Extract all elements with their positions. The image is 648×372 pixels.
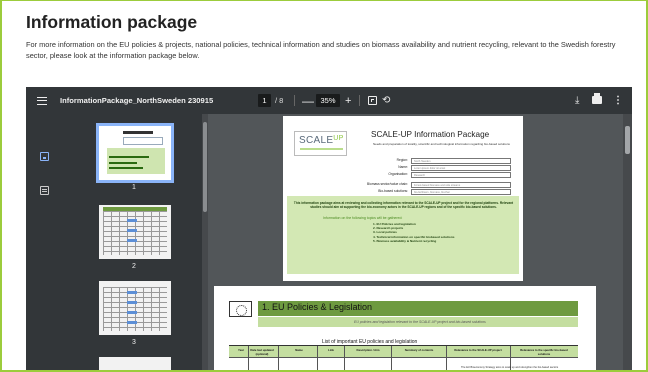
page-total: / 8 bbox=[275, 96, 284, 105]
rotate-icon[interactable]: ⟲ bbox=[382, 87, 390, 114]
thumb-link-mark bbox=[127, 301, 137, 304]
toolbar-divider bbox=[294, 95, 295, 106]
hamburger-menu-icon[interactable] bbox=[37, 87, 51, 114]
form-row-bio-based-solutions: Bio-based solutions: bio-fertilisers, bi… bbox=[283, 189, 523, 195]
sidebar-rail bbox=[26, 114, 64, 370]
document-page-1: SCALEUP SCALE-UP Information Package Nee… bbox=[283, 116, 523, 281]
thumbnails-view-icon[interactable] bbox=[40, 152, 49, 161]
document-page-2: 1. EU Policies & Legislation EU policies… bbox=[214, 286, 596, 370]
table-col-header: Link bbox=[328, 348, 334, 352]
page2-title: 1. EU Policies & Legislation bbox=[262, 302, 373, 312]
page1-intro-text: This information package aims at reviewi… bbox=[293, 201, 514, 210]
zoom-out-button[interactable]: — bbox=[302, 87, 314, 114]
pdf-viewer: InformationPackage_NorthSweden 230915 1 … bbox=[26, 87, 632, 370]
thumb-green-block bbox=[107, 148, 165, 174]
page1-subtitle: Needs and preparation of locality, scien… bbox=[373, 142, 510, 146]
page-number-input[interactable]: 1 bbox=[258, 94, 271, 107]
table-col-header: Date last updated (optional) bbox=[250, 348, 274, 356]
thumbnail-number: 1 bbox=[132, 184, 136, 191]
form-row-region: Region: North Sweden bbox=[283, 158, 523, 164]
form-row-organisation: Organisation: Research bbox=[283, 172, 523, 178]
fit-to-page-icon[interactable] bbox=[368, 96, 377, 105]
thumbnail-page-2[interactable] bbox=[99, 205, 171, 259]
thumb-table-grid bbox=[103, 211, 167, 255]
thumb-text-line bbox=[109, 156, 149, 158]
document-scrollbar[interactable] bbox=[623, 114, 632, 370]
thumbnail-number: 2 bbox=[132, 263, 136, 270]
table-col-header: Description / Aim bbox=[356, 348, 380, 352]
zoom-in-button[interactable]: + bbox=[345, 87, 351, 114]
thumb-link-mark bbox=[127, 239, 137, 242]
pdf-toolbar: InformationPackage_NorthSweden 230915 1 … bbox=[26, 87, 632, 114]
thumb-text-line bbox=[109, 167, 143, 169]
thumb-link-mark bbox=[127, 311, 137, 314]
thumbnail-number: 3 bbox=[132, 339, 136, 346]
zoom-level-input[interactable]: 35% bbox=[316, 94, 340, 107]
document-outline-icon[interactable] bbox=[40, 186, 49, 195]
form-row-biomass-sector: Biomass sector/value chain: Forest-based… bbox=[283, 182, 523, 188]
table-col-header: Summary of contents bbox=[404, 348, 434, 352]
thumb-text-line bbox=[109, 162, 137, 164]
thumb-link-mark bbox=[127, 321, 137, 324]
form-row-name: Name: Lorem ipsum dolor sit amet bbox=[283, 165, 523, 171]
table-col-header: Name bbox=[295, 348, 303, 352]
table-col-header: Relevance to the specific bio-based solu… bbox=[520, 348, 568, 356]
page1-topics-heading: Information on the following topics will… bbox=[323, 216, 403, 220]
thumb-form-box bbox=[123, 137, 163, 145]
more-vertical-icon[interactable]: ⋮ bbox=[613, 87, 623, 114]
thumbnail-scrollbar[interactable] bbox=[202, 114, 208, 370]
print-icon[interactable] bbox=[592, 93, 602, 104]
thumbnail-page-4[interactable] bbox=[99, 357, 171, 370]
thumbnail-pane: 1 2 3 bbox=[64, 114, 204, 370]
table-col-header: Year bbox=[238, 348, 244, 352]
toolbar-divider bbox=[359, 95, 360, 106]
thumb-title-line bbox=[123, 131, 153, 134]
thumbnail-page-1[interactable] bbox=[96, 123, 174, 183]
intro-text: For more information on the EU policies … bbox=[26, 40, 616, 60]
table-cell: The EU Bioeconomy Strategy aims to scale… bbox=[461, 366, 559, 369]
thumb-link-mark bbox=[127, 291, 137, 294]
thumb-link-mark bbox=[127, 219, 137, 222]
thumbnail-page-3[interactable] bbox=[99, 281, 171, 335]
page1-title: SCALE-UP Information Package bbox=[371, 130, 490, 139]
table-col-header: Relevance to the SCALE-UP project bbox=[454, 348, 502, 352]
thumb-link-mark bbox=[127, 229, 137, 232]
page-heading: Information package bbox=[26, 12, 198, 32]
page1-topic-list: 1. EU Policies and legislation 2. Resear… bbox=[373, 222, 454, 243]
list-item: 5. Biomass availability & Nutrient recyc… bbox=[373, 238, 437, 243]
eu-flag-icon bbox=[229, 301, 252, 317]
scale-up-logo: SCALEUP bbox=[294, 131, 347, 156]
download-icon[interactable]: ⤓ bbox=[575, 87, 579, 114]
document-title: InformationPackage_NorthSweden 230915 bbox=[60, 96, 214, 105]
page2-subheader-text: EU policies and legislation relevant to … bbox=[354, 320, 486, 324]
